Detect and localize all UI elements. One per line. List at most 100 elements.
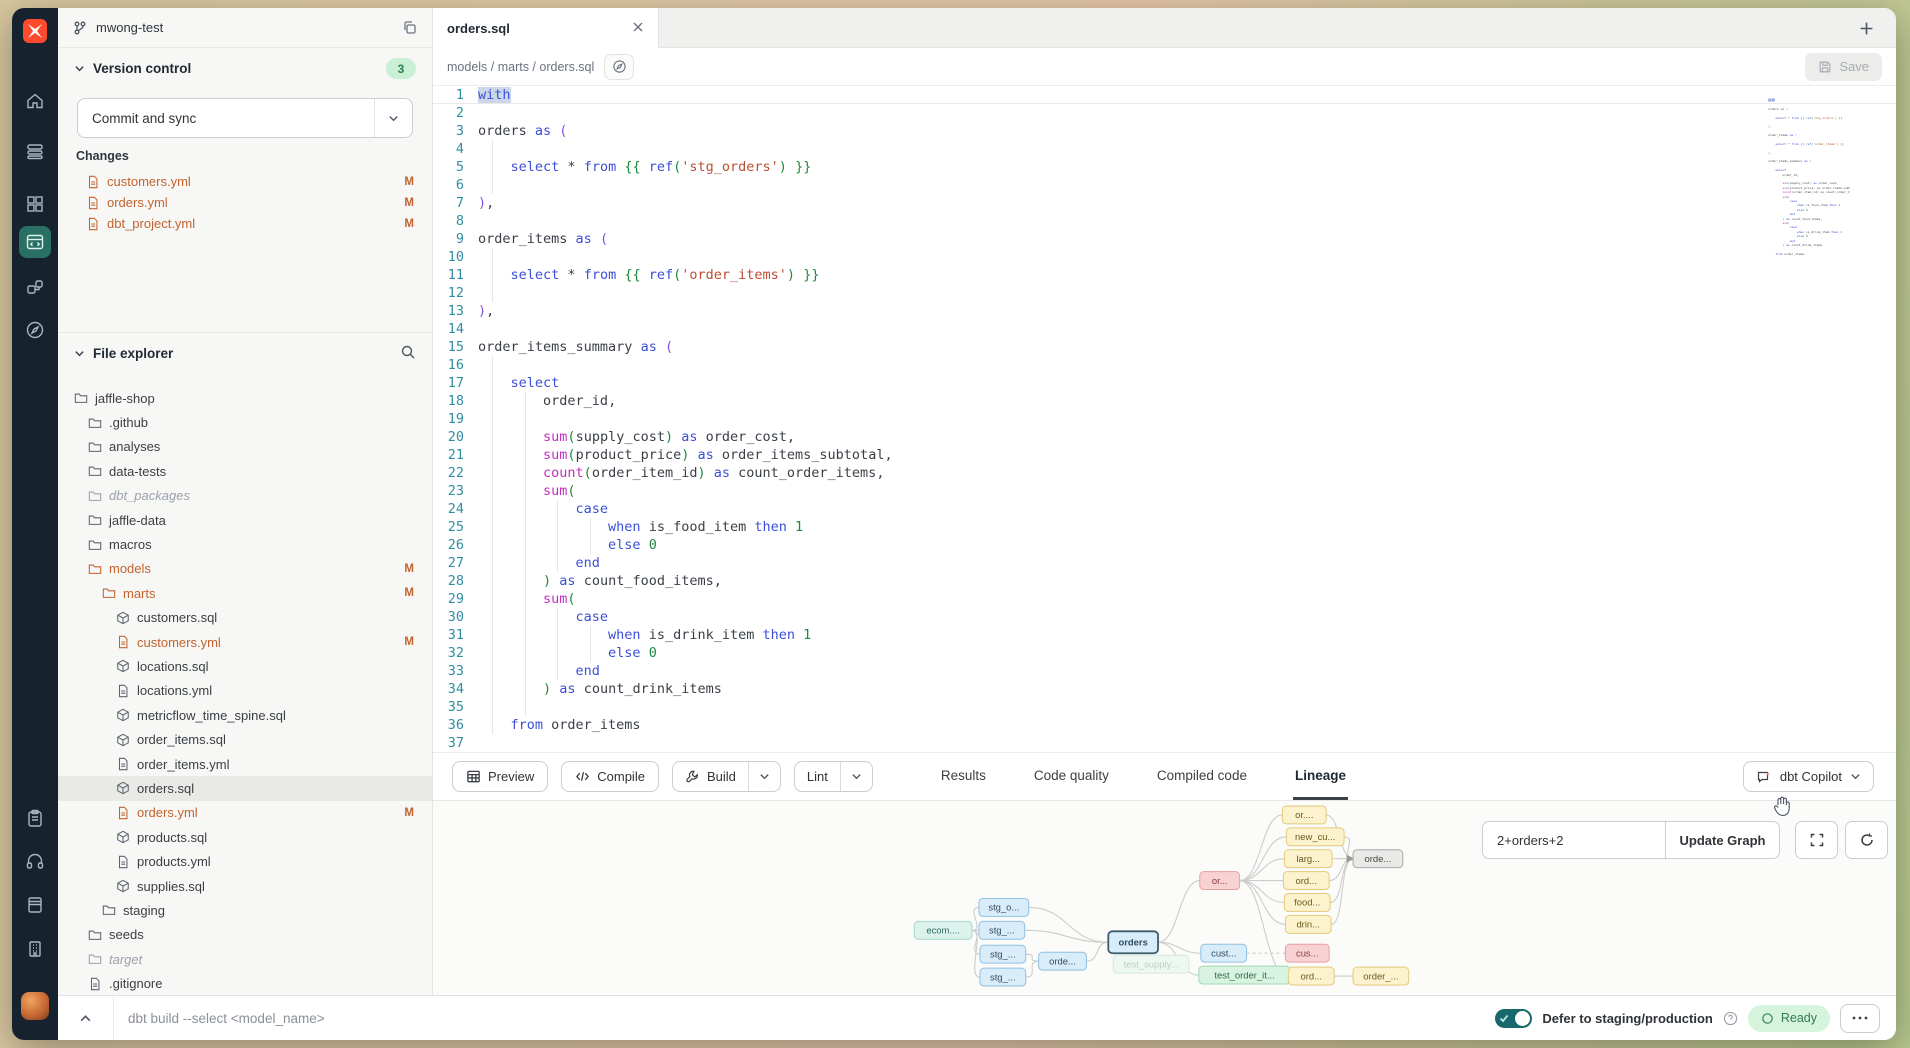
code-line-17[interactable]: 17 select [433,374,1896,392]
dbt-copilot-button[interactable]: dbt Copilot [1743,761,1874,792]
lineage-node-ord[interactable]: ord... [1288,967,1334,985]
code-line-13[interactable]: 13), [433,302,1896,320]
build-dropdown[interactable] [748,762,780,791]
lineage-node-new_cu[interactable]: new_cu... [1286,828,1344,846]
close-icon[interactable] [632,21,644,36]
lineage-node-food[interactable]: food... [1284,894,1330,912]
tree-item-target[interactable]: target [58,947,432,971]
code-line-31[interactable]: 31 when is_drink_item then 1 [433,626,1896,644]
code-line-6[interactable]: 6 [433,176,1896,194]
home-icon[interactable] [23,89,47,113]
results-tab-results[interactable]: Results [939,753,988,800]
lint-button[interactable]: Lint [795,762,840,791]
grid-icon[interactable] [23,192,47,216]
tree-item-staging[interactable]: staging [58,898,432,922]
tree-item-analyses[interactable]: analyses [58,435,432,459]
code-line-23[interactable]: 23 sum( [433,482,1896,500]
compass-icon[interactable] [23,318,47,342]
tree-item-orders.sql[interactable]: orders.sql [58,776,432,800]
tree-item-marts[interactable]: martsM [58,581,432,605]
search-icon[interactable] [400,344,416,360]
code-line-10[interactable]: 10 [433,248,1896,266]
tree-item-seeds[interactable]: seeds [58,923,432,947]
lineage-node-order_[interactable]: order_... [1353,967,1409,985]
lineage-node-test_order_it[interactable]: test_order_it... [1199,966,1291,984]
code-line-4[interactable]: 4 [433,140,1896,158]
tree-item-metricflow_time_spine.sql[interactable]: metricflow_time_spine.sql [58,703,432,727]
open-lineage-icon-button[interactable] [604,54,634,80]
tree-item-order_items.sql[interactable]: order_items.sql [58,727,432,751]
code-line-2[interactable]: 2 [433,104,1896,122]
tree-item-customers.yml[interactable]: customers.ymlM [58,630,432,654]
copy-icon[interactable] [402,20,418,36]
code-line-3[interactable]: 3orders as ( [433,122,1896,140]
lint-dropdown[interactable] [840,762,872,791]
code-line-22[interactable]: 22 count(order_item_id) as count_order_i… [433,464,1896,482]
code-line-27[interactable]: 27 end [433,554,1896,572]
more-options-button[interactable] [1840,1004,1880,1033]
lineage-node-ord[interactable]: ord... [1283,872,1329,890]
code-line-37[interactable]: 37 [433,734,1896,752]
changed-file-dbt_project.yml[interactable]: dbt_project.ymlM [58,213,432,234]
code-line-26[interactable]: 26 else 0 [433,536,1896,554]
branch-nodes-icon[interactable] [23,275,47,299]
update-graph-button[interactable]: Update Graph [1665,822,1779,858]
expand-command-bar-button[interactable] [58,996,114,1040]
code-line-33[interactable]: 33 end [433,662,1896,680]
code-line-32[interactable]: 32 else 0 [433,644,1896,662]
code-line-21[interactable]: 21 sum(product_price) as order_items_sub… [433,446,1896,464]
code-line-29[interactable]: 29 sum( [433,590,1896,608]
code-line-36[interactable]: 36 from order_items [433,716,1896,734]
stack-icon[interactable] [23,139,47,163]
lineage-node-test_supply[interactable]: test_supply... [1113,955,1189,973]
tree-item-customers.sql[interactable]: customers.sql [58,606,432,630]
lineage-node-orders[interactable]: orders [1108,931,1158,953]
lineage-node-stg_[interactable]: stg_... [980,945,1026,963]
code-line-34[interactable]: 34 ) as count_drink_items [433,680,1896,698]
results-tab-code-quality[interactable]: Code quality [1032,753,1111,800]
tree-item-macros[interactable]: macros [58,532,432,556]
tree-item-locations.sql[interactable]: locations.sql [58,654,432,678]
code-line-28[interactable]: 28 ) as count_food_items, [433,572,1896,590]
code-line-30[interactable]: 30 case [433,608,1896,626]
tree-item-.gitignore[interactable]: .gitignore [58,971,432,995]
tree-item-models[interactable]: modelsM [58,557,432,581]
version-control-header[interactable]: Version control 3 [58,58,432,79]
code-line-20[interactable]: 20 sum(supply_cost) as order_cost, [433,428,1896,446]
code-line-24[interactable]: 24 case [433,500,1896,518]
tree-item-dbt_packages[interactable]: dbt_packages [58,484,432,508]
lineage-node-or[interactable]: or... [1200,872,1240,890]
lineage-node-orde[interactable]: orde... [1039,952,1087,970]
lineage-selector-input[interactable]: 2+orders+2 [1483,822,1665,858]
code-line-1[interactable]: 1with [433,86,1896,104]
file-explorer-header[interactable]: File explorer [58,344,432,363]
changed-file-customers.yml[interactable]: customers.ymlM [58,171,432,192]
code-line-14[interactable]: 14 [433,320,1896,338]
code-line-15[interactable]: 15order_items_summary as ( [433,338,1896,356]
tree-item-products.yml[interactable]: products.yml [58,849,432,873]
code-line-7[interactable]: 7), [433,194,1896,212]
refresh-button[interactable] [1845,821,1888,859]
compile-button[interactable]: Compile [561,761,659,792]
dbt-logo[interactable] [20,16,50,46]
tree-item-data-tests[interactable]: data-tests [58,459,432,483]
lineage-node-drin[interactable]: drin... [1285,915,1331,933]
develop-icon[interactable] [19,226,51,258]
code-line-18[interactable]: 18 order_id, [433,392,1896,410]
lineage-node-stg_[interactable]: stg_... [980,968,1026,986]
lineage-node-larg[interactable]: larg... [1284,850,1332,868]
results-tab-lineage[interactable]: Lineage [1293,753,1348,800]
lineage-node-ecom[interactable]: ecom.... [914,921,972,939]
preview-button[interactable]: Preview [452,761,548,792]
avatar[interactable] [21,992,49,1020]
code-line-25[interactable]: 25 when is_food_item then 1 [433,518,1896,536]
code-line-5[interactable]: 5 select * from {{ ref('stg_orders') }} [433,158,1896,176]
results-tab-compiled-code[interactable]: Compiled code [1155,753,1249,800]
docs-icon[interactable] [23,893,47,917]
building-icon[interactable] [23,937,47,961]
lineage-node-stg_[interactable]: stg_... [979,921,1025,939]
code-line-16[interactable]: 16 [433,356,1896,374]
tree-item-.github[interactable]: .github [58,410,432,434]
tree-item-jaffle-data[interactable]: jaffle-data [58,508,432,532]
changed-file-orders.yml[interactable]: orders.ymlM [58,192,432,213]
